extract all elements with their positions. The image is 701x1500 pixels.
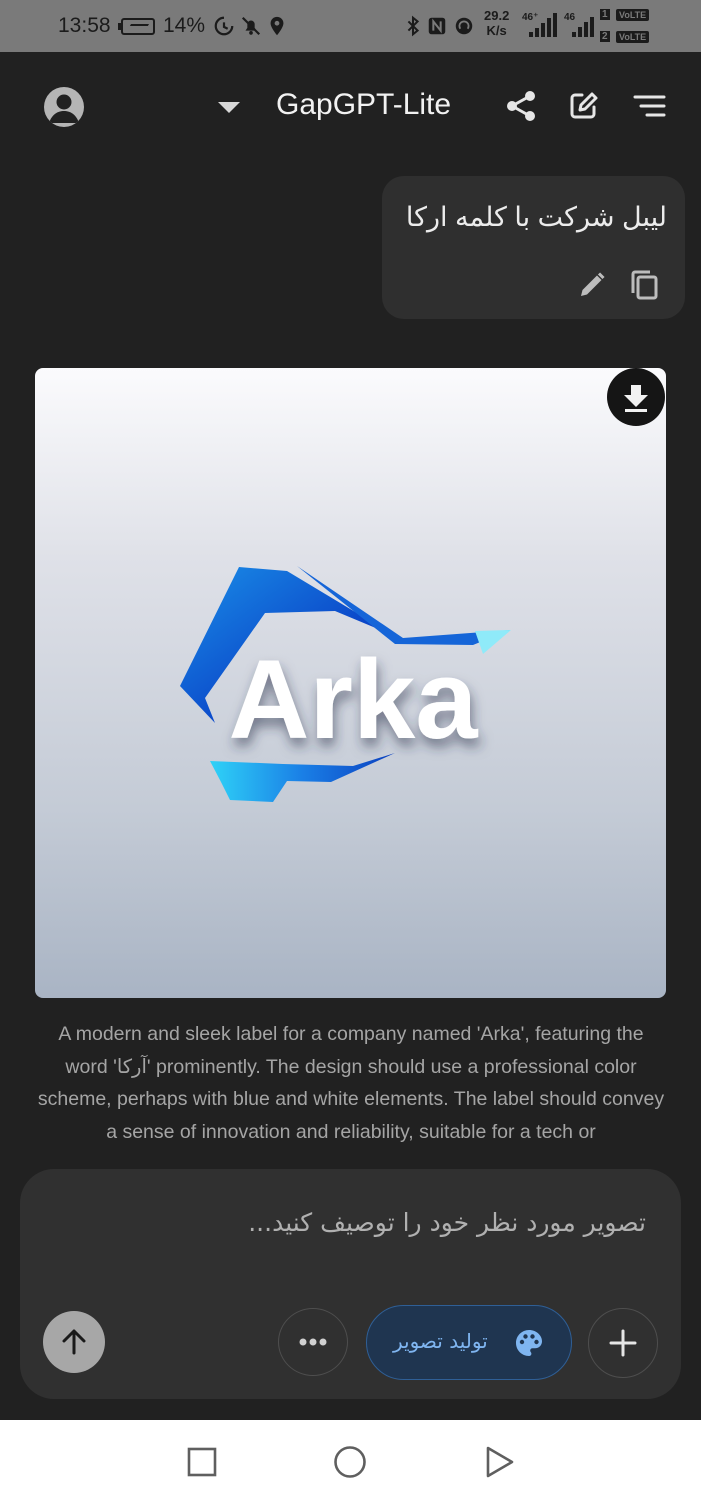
data-saver-icon bbox=[214, 16, 234, 36]
status-bar: 13:58 14% 29.2 K/s 46⁺ 46 1 2 VoLTE VoLT… bbox=[0, 0, 701, 52]
recents-square-icon[interactable] bbox=[182, 1442, 222, 1482]
add-attachment-button[interactable] bbox=[588, 1308, 658, 1378]
volte-badge: VoLTE bbox=[616, 31, 650, 43]
system-navigation-bar bbox=[0, 1420, 701, 1500]
generate-image-label: تولید تصویر bbox=[393, 1329, 488, 1353]
status-time: 13:58 bbox=[58, 14, 111, 37]
user-message-bubble: لیبل شرکت با کلمه ارکا bbox=[382, 176, 685, 319]
arka-logo: Arka bbox=[180, 566, 511, 802]
page-title[interactable]: GapGPT-Lite bbox=[276, 88, 451, 122]
prompt-input[interactable] bbox=[44, 1199, 648, 1245]
back-triangle-icon[interactable] bbox=[480, 1442, 520, 1482]
location-icon bbox=[270, 16, 284, 36]
sim-1-badge: 1 bbox=[600, 9, 610, 20]
generate-image-button[interactable]: تولید تصویر bbox=[366, 1305, 572, 1380]
user-message-text: لیبل شرکت با کلمه ارکا bbox=[405, 202, 667, 232]
battery-level: 14% bbox=[163, 14, 206, 37]
more-options-button[interactable] bbox=[278, 1308, 348, 1376]
network-speed: 29.2 K/s bbox=[484, 8, 509, 38]
share-icon[interactable] bbox=[503, 88, 539, 124]
hotspot-icon bbox=[455, 17, 473, 35]
nfc-icon bbox=[428, 17, 446, 35]
bluetooth-icon bbox=[407, 15, 420, 37]
home-circle-icon[interactable] bbox=[330, 1442, 370, 1482]
network-speed-unit: K/s bbox=[486, 23, 507, 38]
palette-icon bbox=[516, 1330, 542, 1356]
volte-badge: VoLTE bbox=[616, 9, 650, 21]
sim-2-badge: 2 bbox=[600, 31, 610, 42]
plus-icon bbox=[609, 1329, 637, 1357]
image-prompt-caption: A modern and sleek label for a company n… bbox=[37, 1023, 665, 1143]
menu-icon[interactable] bbox=[632, 88, 668, 124]
arrow-up-icon bbox=[62, 1329, 86, 1355]
edit-icon[interactable] bbox=[566, 88, 602, 124]
pencil-icon[interactable] bbox=[577, 270, 607, 300]
download-button[interactable] bbox=[607, 368, 665, 426]
composer: تولید تصویر bbox=[20, 1169, 681, 1399]
notifications-off-icon bbox=[241, 16, 261, 36]
chevron-down-icon[interactable] bbox=[218, 102, 240, 113]
download-icon bbox=[624, 385, 648, 412]
battery-charging-icon bbox=[118, 18, 155, 35]
signal-strength-icon bbox=[572, 17, 594, 37]
logo-wordmark: Arka bbox=[228, 637, 478, 762]
network-speed-value: 29.2 bbox=[484, 8, 510, 23]
send-button[interactable] bbox=[43, 1311, 105, 1373]
more-horizontal-icon bbox=[299, 1338, 327, 1346]
generated-image[interactable]: Arka bbox=[35, 368, 666, 998]
copy-icon[interactable] bbox=[629, 269, 661, 301]
signal-strength-icon bbox=[529, 13, 557, 37]
account-icon[interactable] bbox=[44, 87, 84, 127]
